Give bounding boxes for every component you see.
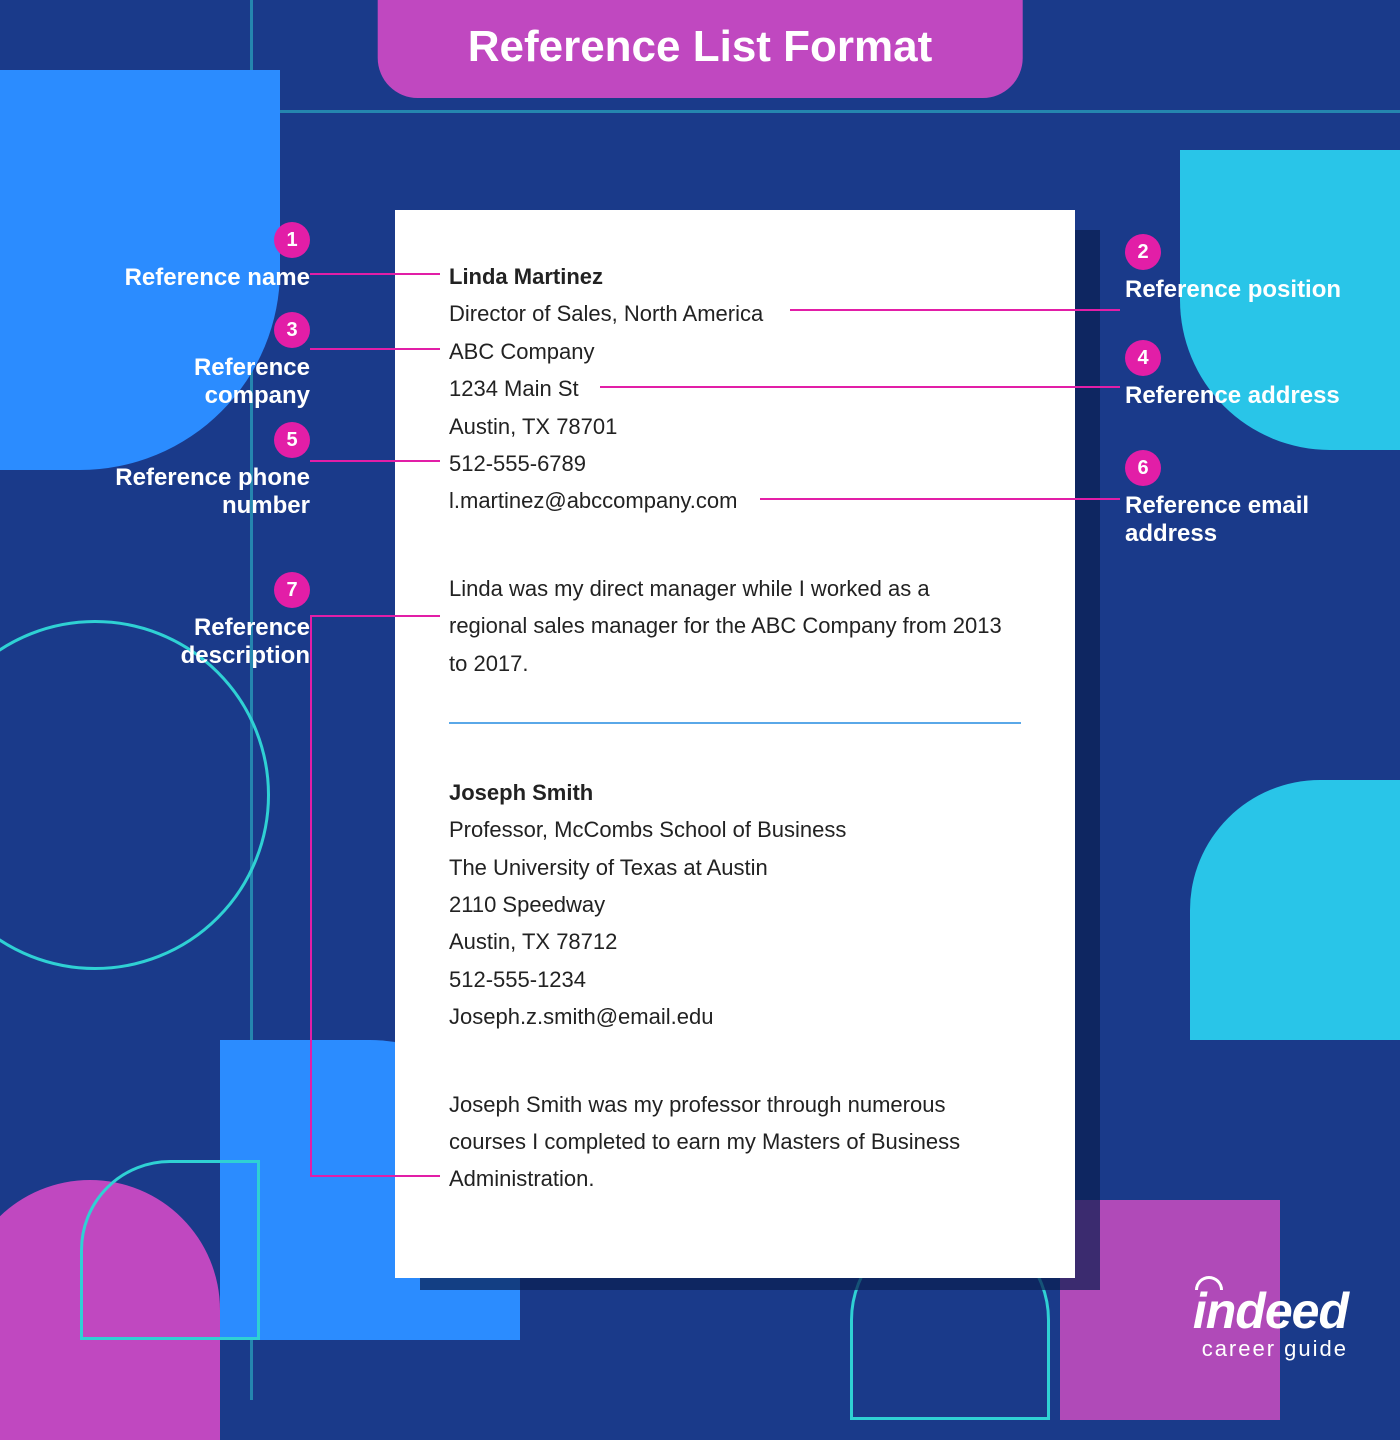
- ref2-phone: 512-555-1234: [449, 961, 1021, 998]
- callout-1: 1 Reference name: [70, 222, 310, 292]
- ref1-address1: 1234 Main St: [449, 370, 1021, 407]
- connector-line: [790, 309, 1120, 311]
- callout-6: 6 Reference email address: [1125, 450, 1385, 548]
- divider: [449, 722, 1021, 724]
- badge-6: 6: [1125, 450, 1161, 486]
- ref2-position: Professor, McCombs School of Business: [449, 811, 1021, 848]
- reference-document: Linda Martinez Director of Sales, North …: [395, 210, 1075, 1278]
- connector-line: [310, 273, 440, 275]
- callout-label: Reference position: [1125, 276, 1341, 303]
- brand-logo: indeed career guide: [1193, 1282, 1348, 1362]
- decorative-shape: [80, 1160, 260, 1340]
- callout-label: Reference address: [1125, 382, 1340, 409]
- callout-label: Reference company: [194, 354, 310, 409]
- ref2-address2: Austin, TX 78712: [449, 923, 1021, 960]
- ref1-name: Linda Martinez: [449, 258, 1021, 295]
- badge-7: 7: [274, 572, 310, 608]
- connector-line: [310, 1175, 440, 1177]
- callout-label: Reference name: [125, 264, 310, 291]
- decorative-shape: [0, 620, 270, 970]
- badge-5: 5: [274, 422, 310, 458]
- callout-label: Reference phone number: [115, 464, 310, 519]
- decorative-shape: [1190, 780, 1400, 1040]
- ref1-phone: 512-555-6789: [449, 445, 1021, 482]
- callout-label: Reference description: [181, 614, 310, 669]
- callout-4: 4 Reference address: [1125, 340, 1385, 410]
- connector-line: [310, 348, 440, 350]
- ref2-address1: 2110 Speedway: [449, 886, 1021, 923]
- ref2-company: The University of Texas at Austin: [449, 849, 1021, 886]
- ref2-email: Joseph.z.smith@email.edu: [449, 998, 1021, 1035]
- connector-line: [760, 498, 1120, 500]
- ref2-description: Joseph Smith was my professor through nu…: [449, 1086, 1019, 1198]
- ref1-email: l.martinez@abccompany.com: [449, 482, 1021, 519]
- connector-line: [310, 460, 440, 462]
- brand-text: indeed: [1193, 1283, 1348, 1339]
- badge-2: 2: [1125, 234, 1161, 270]
- ref1-company: ABC Company: [449, 333, 1021, 370]
- callout-2: 2 Reference position: [1125, 234, 1385, 304]
- callout-3: 3 Reference company: [70, 312, 310, 410]
- page-title: Reference List Format: [378, 0, 1023, 98]
- ref1-address2: Austin, TX 78701: [449, 408, 1021, 445]
- badge-3: 3: [274, 312, 310, 348]
- ref2-name: Joseph Smith: [449, 774, 1021, 811]
- ref1-description: Linda was my direct manager while I work…: [449, 570, 1009, 682]
- badge-1: 1: [274, 222, 310, 258]
- callout-7: 7 Reference description: [70, 572, 310, 670]
- connector-line: [600, 386, 1120, 388]
- callout-label: Reference email address: [1125, 492, 1309, 547]
- brand-name: indeed: [1193, 1282, 1348, 1340]
- callout-5: 5 Reference phone number: [50, 422, 310, 520]
- badge-4: 4: [1125, 340, 1161, 376]
- connector-line: [310, 615, 440, 617]
- connector-line: [310, 615, 312, 1175]
- ref1-position: Director of Sales, North America: [449, 295, 1021, 332]
